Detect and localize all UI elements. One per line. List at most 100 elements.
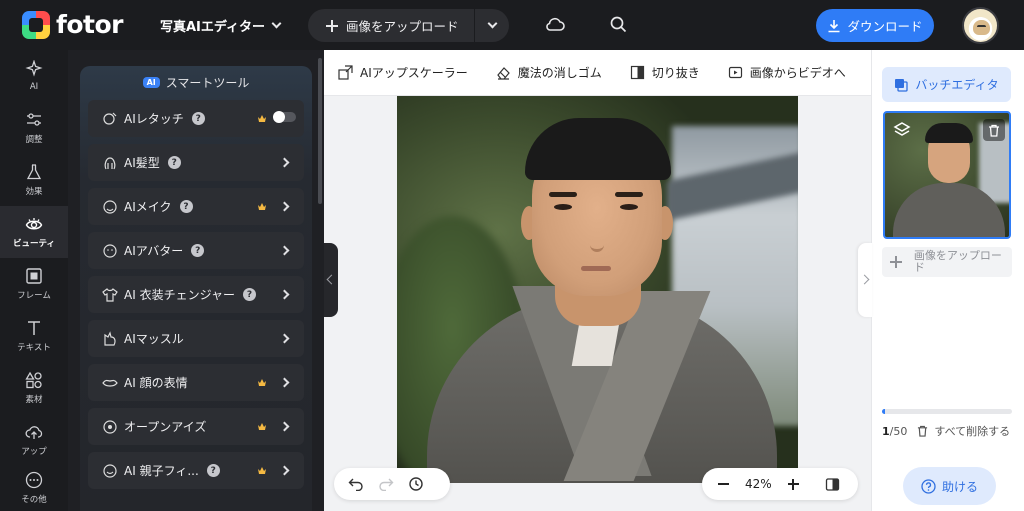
left-rail: AI 調整 効果 ビューティ フレーム テキスト 素材 アップ その他 bbox=[0, 50, 68, 511]
eye-icon bbox=[25, 218, 43, 230]
trash-icon bbox=[989, 124, 999, 137]
fotor-logo[interactable]: fotor bbox=[22, 10, 124, 39]
text-icon bbox=[28, 321, 40, 335]
user-avatar[interactable] bbox=[962, 7, 999, 44]
rail-label: 調整 bbox=[25, 135, 43, 145]
rail-item-more[interactable]: その他 bbox=[0, 462, 68, 511]
smart-tools-header: AI スマートツール bbox=[80, 74, 312, 91]
batch-panel-collapse-button[interactable] bbox=[858, 243, 872, 317]
zoom-in-icon[interactable] bbox=[787, 478, 799, 490]
zoom-level[interactable]: 42% bbox=[745, 477, 772, 491]
rail-label: ビューティ bbox=[13, 239, 55, 249]
layers-icon[interactable] bbox=[893, 121, 911, 139]
magic-eraser-label: 魔法の消しゴム bbox=[517, 66, 602, 80]
delete-all-button[interactable]: すべて削除する bbox=[934, 423, 1010, 439]
tool-label: AI髪型 bbox=[124, 156, 160, 170]
eraser-icon bbox=[496, 67, 510, 80]
tool-label: AI 親子フィ... bbox=[124, 464, 199, 478]
chevron-right-icon bbox=[279, 157, 290, 168]
image-count: 1/50 bbox=[882, 424, 908, 438]
chevron-down-icon bbox=[271, 18, 282, 29]
image-thumbnail[interactable] bbox=[883, 111, 1011, 239]
tool-row-ai-hairstyle[interactable]: AI髪型 ? bbox=[88, 144, 304, 181]
help-button[interactable]: 助ける bbox=[903, 467, 996, 505]
help-icon[interactable]: ? bbox=[191, 244, 205, 257]
tool-label: オープンアイズ bbox=[124, 420, 207, 434]
add-image-button[interactable]: 画像をアップロード bbox=[882, 247, 1012, 277]
tool-label: AIレタッチ bbox=[124, 112, 184, 126]
rail-item-beauty[interactable]: ビューティ bbox=[0, 206, 68, 258]
tool-row-ai-avatar[interactable]: AIアバター ? bbox=[88, 232, 304, 269]
ai-upscaler-button[interactable]: AIアップスケーラー bbox=[338, 64, 468, 81]
tool-label: AIメイク bbox=[124, 200, 172, 214]
history-icon[interactable] bbox=[408, 476, 424, 492]
canvas-toolbar: AIアップスケーラー 魔法の消しゴム 切り抜き 画像からビデオへ bbox=[324, 50, 871, 96]
avatar-icon bbox=[103, 243, 117, 258]
chevron-right-icon bbox=[279, 333, 290, 344]
muscle-icon bbox=[104, 330, 116, 346]
chevron-right-icon bbox=[279, 289, 290, 300]
download-label: ダウンロード bbox=[847, 19, 923, 34]
premium-crown-icon bbox=[258, 467, 266, 474]
tool-row-open-eyes[interactable]: オープンアイズ bbox=[88, 408, 304, 445]
chevron-right-icon bbox=[279, 377, 290, 388]
zoom-out-icon[interactable] bbox=[718, 483, 729, 485]
help-icon[interactable]: ? bbox=[206, 464, 220, 477]
rail-item-effects[interactable]: 効果 bbox=[0, 154, 68, 206]
video-icon bbox=[728, 66, 742, 79]
rail-item-text[interactable]: テキスト bbox=[0, 310, 68, 362]
smart-tools-card: AI スマートツール AIレタッチ ? AI髪型 ? AIメイク ? AIアバタ… bbox=[80, 66, 312, 511]
chevron-right-icon bbox=[279, 201, 290, 212]
undo-icon[interactable] bbox=[348, 477, 364, 491]
rail-label: 効果 bbox=[25, 187, 43, 197]
rail-item-adjust[interactable]: 調整 bbox=[0, 102, 68, 154]
tool-panel-collapse-button[interactable] bbox=[324, 243, 338, 317]
batch-editor-button[interactable]: バッチエディタ bbox=[882, 67, 1011, 102]
upload-dropdown-button[interactable] bbox=[475, 18, 509, 29]
help-icon[interactable]: ? bbox=[242, 288, 256, 301]
panel-scrollbar[interactable] bbox=[318, 58, 322, 204]
premium-crown-icon bbox=[258, 379, 266, 386]
shapes-icon bbox=[25, 371, 42, 389]
edited-photo[interactable] bbox=[397, 96, 798, 483]
flask-icon bbox=[26, 164, 42, 180]
image-to-video-button[interactable]: 画像からビデオへ bbox=[728, 64, 846, 81]
tool-row-ai-makeup[interactable]: AIメイク ? bbox=[88, 188, 304, 225]
family-icon bbox=[103, 463, 117, 478]
batch-count-row: 1/50 すべて削除する bbox=[882, 423, 1017, 439]
search-button[interactable] bbox=[610, 16, 627, 36]
help-icon[interactable]: ? bbox=[191, 112, 205, 125]
tool-row-ai-muscle[interactable]: AIマッスル bbox=[88, 320, 304, 357]
help-icon[interactable]: ? bbox=[179, 200, 193, 213]
tool-row-ai-outfit-changer[interactable]: AI 衣装チェンジャー ? bbox=[88, 276, 304, 313]
editor-title-dropdown[interactable]: 写真AIエディター bbox=[160, 16, 282, 35]
tool-row-ai-retouch[interactable]: AIレタッチ ? bbox=[88, 100, 304, 137]
magic-eraser-button[interactable]: 魔法の消しゴム bbox=[496, 64, 602, 81]
compare-icon[interactable] bbox=[825, 477, 840, 492]
cloud-button[interactable] bbox=[545, 16, 565, 35]
cutout-label: 切り抜き bbox=[651, 66, 700, 80]
batch-icon bbox=[895, 78, 909, 92]
redo-icon[interactable] bbox=[378, 477, 394, 491]
rail-item-frame[interactable]: フレーム bbox=[0, 258, 68, 310]
trash-icon[interactable] bbox=[917, 425, 928, 437]
add-image-label: 画像をアップロード bbox=[913, 249, 1002, 274]
rail-label: 素材 bbox=[25, 395, 43, 405]
help-icon[interactable]: ? bbox=[167, 156, 181, 169]
tool-row-ai-face-expression[interactable]: AI 顔の表情 bbox=[88, 364, 304, 401]
cutout-button[interactable]: 切り抜き bbox=[630, 64, 700, 81]
upscaler-label: AIアップスケーラー bbox=[360, 66, 468, 80]
tool-row-ai-parent-child[interactable]: AI 親子フィ... ? bbox=[88, 452, 304, 489]
help-label: 助ける bbox=[941, 479, 978, 494]
download-icon bbox=[828, 19, 840, 32]
rail-item-upload[interactable]: アップ bbox=[0, 414, 68, 466]
delete-image-button[interactable] bbox=[983, 119, 1005, 141]
download-button[interactable]: ダウンロード bbox=[816, 9, 934, 42]
hairstyle-icon bbox=[104, 156, 116, 169]
rail-item-ai[interactable]: AI bbox=[0, 50, 68, 102]
upload-button[interactable]: 画像をアップロード bbox=[308, 9, 474, 42]
ai-retouch-toggle[interactable] bbox=[273, 111, 296, 123]
rail-item-elements[interactable]: 素材 bbox=[0, 362, 68, 414]
makeup-icon bbox=[103, 199, 117, 214]
rail-label: テキスト bbox=[17, 343, 51, 353]
